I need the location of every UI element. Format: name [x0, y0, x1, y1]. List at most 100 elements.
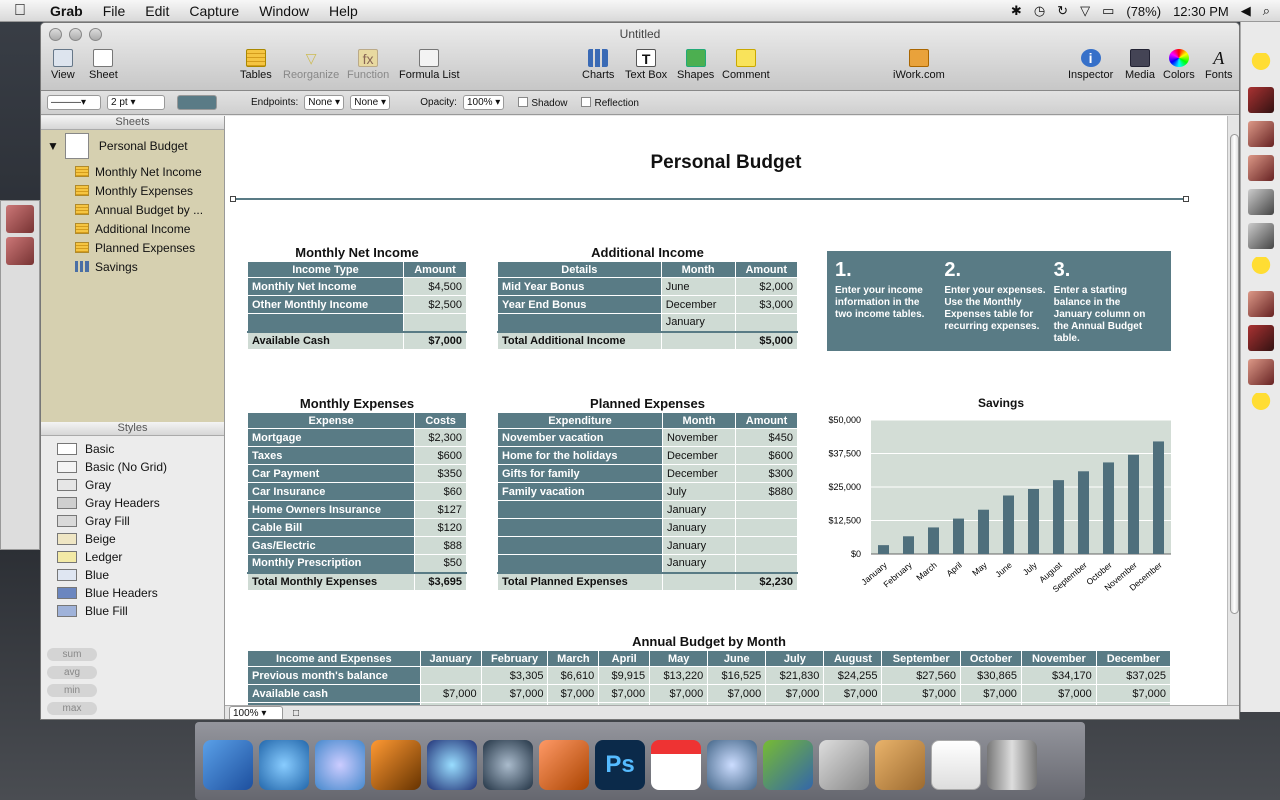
footer-cell[interactable]: $2,230: [735, 571, 798, 591]
table-cell[interactable]: December: [661, 446, 737, 465]
footer-cell[interactable]: Total Planned Expenses: [497, 571, 663, 591]
table-cell[interactable]: Other Monthly Income: [247, 295, 404, 314]
table-cell[interactable]: $120: [414, 518, 467, 537]
numbers-icon[interactable]: [763, 740, 813, 790]
table-monthly-net-income[interactable]: Monthly Net Income Income Type Amount Mont…: [247, 245, 468, 350]
buddy-photo-icon[interactable]: [1248, 223, 1274, 249]
footer-cell[interactable]: Total Monthly Expenses: [246, 571, 416, 591]
table-cell[interactable]: $7,000: [419, 684, 482, 703]
table-cell[interactable]: January: [661, 500, 737, 519]
table-cell[interactable]: [735, 536, 798, 555]
savings-chart[interactable]: Savings $0 $12,500 $25,000 $37,500 $50,000 Ja…: [821, 396, 1181, 606]
table-monthly-expenses[interactable]: Monthly Expenses Expense Costs Mortgage $2,…: [246, 396, 467, 591]
column-header[interactable]: June: [707, 650, 767, 667]
iwork-com-button[interactable]: iWork.com: [893, 49, 945, 81]
table-cell[interactable]: $450: [735, 428, 798, 447]
column-header[interactable]: August: [823, 650, 883, 667]
table-cell[interactable]: [402, 313, 468, 332]
table-cell[interactable]: $3,305: [480, 666, 549, 685]
formula-list-button[interactable]: Formula List: [399, 49, 460, 81]
aim-icon[interactable]: [1248, 257, 1274, 283]
table-cell[interactable]: Gas/Electric: [246, 536, 416, 555]
clock[interactable]: 12:30 PM: [1173, 4, 1229, 19]
table-cell[interactable]: June: [660, 277, 736, 296]
sheet-button[interactable]: Sheet: [89, 49, 118, 81]
menu-window[interactable]: Window: [249, 3, 319, 19]
menu-app[interactable]: Grab: [40, 3, 93, 19]
battery-icon[interactable]: ▭: [1102, 3, 1114, 19]
table-cell[interactable]: Monthly Net Income: [247, 277, 404, 296]
table-cell[interactable]: December: [661, 464, 737, 483]
bluetooth-icon[interactable]: ✱: [1011, 3, 1022, 19]
aim-icon[interactable]: [1248, 53, 1274, 79]
table-cell[interactable]: [497, 500, 663, 519]
menu-file[interactable]: File: [93, 3, 136, 19]
footer-cell[interactable]: [660, 330, 736, 350]
ical-icon[interactable]: [651, 740, 701, 790]
time-machine-icon[interactable]: ◷: [1034, 3, 1045, 19]
table-cell[interactable]: $60: [414, 482, 467, 501]
footer-cell[interactable]: Total Additional Income: [497, 330, 662, 350]
table-cell[interactable]: $7,000: [823, 684, 883, 703]
shadow-checkbox[interactable]: Shadow: [518, 96, 567, 109]
stroke-color-well[interactable]: [177, 95, 217, 110]
reflection-checkbox[interactable]: Reflection: [581, 96, 639, 109]
column-header[interactable]: November: [1020, 650, 1097, 667]
table-cell[interactable]: [497, 313, 662, 332]
table-cell[interactable]: $6,610: [547, 666, 600, 685]
max-button[interactable]: max: [47, 702, 97, 715]
table-cell[interactable]: $2,300: [414, 428, 467, 447]
sum-button[interactable]: sum: [47, 648, 97, 661]
page-view-icon[interactable]: □: [293, 708, 299, 719]
style-gray-fill[interactable]: Gray Fill: [41, 512, 224, 530]
grab-icon[interactable]: [819, 740, 869, 790]
table-cell[interactable]: $350: [414, 464, 467, 483]
table-cell[interactable]: November: [661, 428, 737, 447]
table-cell[interactable]: $37,025: [1095, 666, 1172, 685]
avg-button[interactable]: avg: [47, 666, 97, 679]
buddy-photo-icon[interactable]: [1248, 155, 1274, 181]
safari-icon[interactable]: [427, 740, 477, 790]
table-cell[interactable]: $7,000: [959, 684, 1022, 703]
shapes-button[interactable]: Shapes: [677, 49, 714, 81]
table-cell[interactable]: [735, 500, 798, 519]
sidebar-item-savings[interactable]: Savings: [41, 257, 224, 276]
table-cell[interactable]: Mortgage: [246, 428, 416, 447]
menu-help[interactable]: Help: [319, 3, 368, 19]
column-header[interactable]: Amount: [735, 412, 798, 429]
spotlight-icon[interactable]: ⌕: [1263, 3, 1270, 19]
table-cell[interactable]: $7,000: [480, 684, 549, 703]
reorganize-button[interactable]: ▽ Reorganize: [283, 49, 339, 81]
volume-icon[interactable]: ◀: [1241, 3, 1251, 19]
style-beige[interactable]: Beige: [41, 530, 224, 548]
finder-icon[interactable]: [203, 740, 253, 790]
column-header[interactable]: Month: [661, 412, 737, 429]
table-cell[interactable]: [497, 554, 663, 573]
style-blue-headers[interactable]: Blue Headers: [41, 584, 224, 602]
buddy-photo-icon[interactable]: [1248, 189, 1274, 215]
sidebar-item-additional-income[interactable]: Additional Income: [41, 219, 224, 238]
column-header[interactable]: July: [765, 650, 825, 667]
vertical-scrollbar[interactable]: [1227, 116, 1239, 705]
column-header[interactable]: March: [547, 650, 600, 667]
table-cell[interactable]: $2,000: [734, 277, 799, 296]
min-button[interactable]: min: [47, 684, 97, 697]
pdf-document-icon[interactable]: [931, 740, 981, 790]
table-cell[interactable]: November vacation: [497, 428, 663, 447]
table-cell[interactable]: $7,000: [598, 684, 651, 703]
apple-menu-icon[interactable]: : [0, 2, 40, 20]
table-cell[interactable]: Year End Bonus: [497, 295, 662, 314]
sheet-canvas[interactable]: Personal Budget Monthly Net Income Incom…: [225, 116, 1227, 705]
page-title[interactable]: Personal Budget: [225, 152, 1227, 174]
table-cell[interactable]: $34,170: [1020, 666, 1097, 685]
table-cell[interactable]: $600: [735, 446, 798, 465]
style-blue-fill[interactable]: Blue Fill: [41, 602, 224, 620]
buddy-photo-icon[interactable]: [1248, 291, 1274, 317]
menu-capture[interactable]: Capture: [179, 3, 249, 19]
table-cell[interactable]: Home for the holidays: [497, 446, 663, 465]
table-cell[interactable]: $88: [414, 536, 467, 555]
tables-button[interactable]: Tables: [240, 49, 272, 81]
style-gray[interactable]: Gray: [41, 476, 224, 494]
table-cell[interactable]: $27,560: [881, 666, 961, 685]
photoshop-icon[interactable]: Ps: [595, 740, 645, 790]
